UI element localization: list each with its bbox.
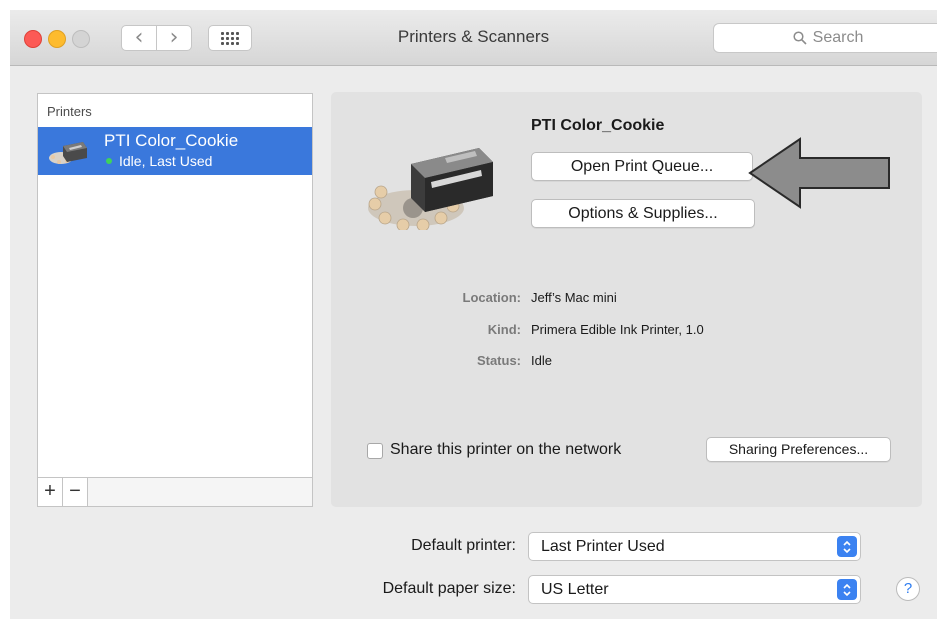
window: ‹ › Printers & Scanners Search Printers	[10, 10, 937, 619]
default-printer-label: Default printer:	[411, 537, 516, 554]
search-icon	[793, 31, 807, 45]
select-stepper-icon	[837, 536, 857, 557]
printer-list-toolbar: + −	[37, 478, 313, 507]
default-paper-label: Default paper size:	[382, 580, 516, 597]
printer-status: Idle, Last Used	[119, 153, 213, 169]
status-dot-icon	[106, 158, 112, 164]
options-supplies-button[interactable]: Options & Supplies...	[531, 199, 755, 228]
open-print-queue-button[interactable]: Open Print Queue...	[531, 152, 753, 181]
default-paper-value: US Letter	[541, 581, 609, 598]
default-printer-select[interactable]: Last Printer Used	[528, 532, 861, 561]
printer-list: Printers PTI Color_Cookie Idle, Last Use…	[37, 93, 313, 478]
selected-printer-name: PTI Color_Cookie	[531, 117, 665, 134]
printer-list-item[interactable]: PTI Color_Cookie Idle, Last Used	[38, 127, 312, 175]
printer-name: PTI Color_Cookie	[104, 131, 239, 150]
location-label: Location:	[462, 290, 522, 305]
status-label: Status:	[476, 353, 521, 368]
share-printer-label[interactable]: Share this printer on the network	[390, 441, 621, 459]
status-value: Idle	[531, 353, 552, 368]
location-value: Jeff’s Mac mini	[531, 290, 617, 305]
remove-printer-button[interactable]: −	[63, 478, 88, 506]
default-paper-select[interactable]: US Letter	[528, 575, 861, 604]
share-printer-checkbox[interactable]	[367, 443, 383, 459]
sharing-preferences-button[interactable]: Sharing Preferences...	[706, 437, 891, 462]
help-button[interactable]: ?	[896, 577, 920, 601]
search-field[interactable]: Search	[713, 23, 937, 53]
kind-label: Kind:	[487, 322, 521, 337]
printer-image	[368, 148, 493, 230]
select-stepper-icon	[837, 579, 857, 600]
default-printer-value: Last Printer Used	[541, 538, 665, 555]
add-printer-button[interactable]: +	[38, 478, 63, 506]
search-placeholder: Search	[812, 29, 864, 46]
pointer-arrow-icon	[748, 137, 890, 209]
printer-list-header: Printers	[47, 104, 92, 119]
printer-thumbnail-icon	[49, 142, 87, 164]
printer-detail-pane: PTI Color_Cookie Open Print Queue... Opt…	[331, 92, 922, 507]
title-bar: ‹ › Printers & Scanners Search	[10, 10, 937, 66]
kind-value: Primera Edible Ink Printer, 1.0	[531, 322, 704, 337]
